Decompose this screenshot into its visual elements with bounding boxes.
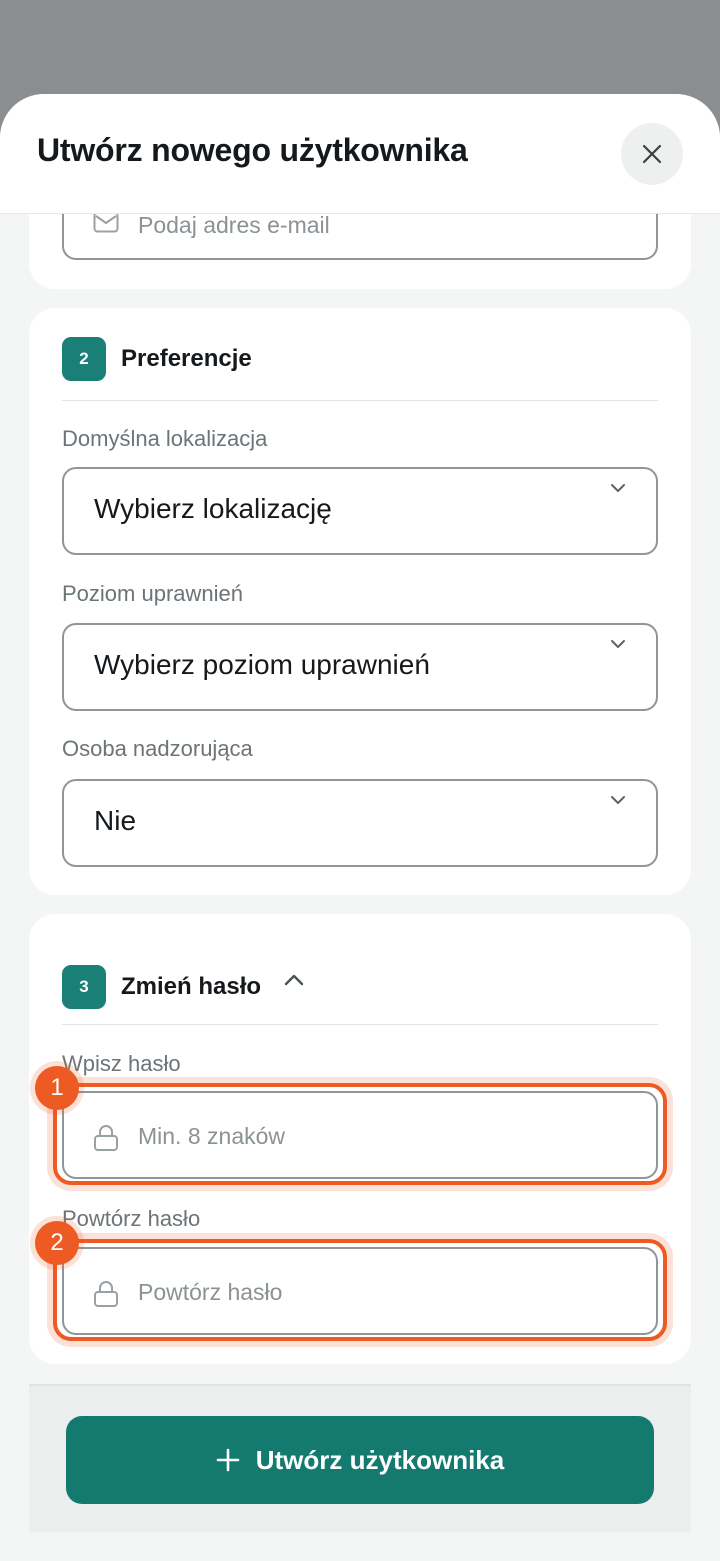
permission-label: Poziom uprawnień [62, 581, 243, 606]
repeat-password-input[interactable] [138, 1273, 638, 1311]
section-header: 2 Preferencje [62, 337, 252, 381]
lock-icon [94, 1281, 118, 1307]
divider [62, 1024, 658, 1025]
location-value: Wybierz lokalizację [94, 493, 332, 524]
create-user-label: Utwórz użytkownika [255, 1444, 505, 1475]
permission-select[interactable]: Wybierz poziom uprawnień [62, 623, 658, 711]
close-button[interactable] [621, 123, 683, 185]
mail-icon [93, 211, 119, 233]
close-icon [642, 144, 662, 164]
chevron-up-icon[interactable] [283, 973, 305, 987]
sheet-header: Utwórz nowego użytkownika [0, 94, 720, 214]
supervisor-label: Osoba nadzorująca [62, 736, 253, 761]
section-title: Zmień hasło [121, 973, 262, 1000]
location-label: Domyślna lokalizacja [62, 426, 268, 451]
card-password: 3 Zmień hasło Wpisz hasło Powtórz hasło [29, 914, 691, 1364]
chevron-down-icon [611, 640, 625, 648]
section-header[interactable]: 3 Zmień hasło [62, 965, 305, 1009]
location-select[interactable]: Wybierz lokalizację [62, 467, 658, 555]
repeat-password-field[interactable] [62, 1247, 658, 1335]
create-user-button[interactable]: Utwórz użytkownika [66, 1416, 654, 1504]
chevron-down-icon [611, 796, 625, 804]
password-field[interactable] [62, 1091, 658, 1179]
highlight-number-1: 1 [35, 1066, 79, 1110]
section-title: Preferencje [121, 345, 252, 372]
highlight-number-2: 2 [35, 1221, 79, 1265]
step-badge: 3 [62, 965, 106, 1009]
lock-icon [94, 1125, 118, 1151]
page-title: Utwórz nowego użytkownika [37, 132, 468, 168]
password-input[interactable] [138, 1117, 638, 1155]
step-badge: 2 [62, 337, 106, 381]
supervisor-select[interactable]: Nie [62, 779, 658, 867]
plus-icon [216, 1448, 240, 1472]
create-user-sheet: Utwórz nowego użytkownika 2 Preferencje … [0, 94, 720, 1561]
permission-value: Wybierz poziom uprawnień [94, 649, 430, 680]
password-label: Wpisz hasło [62, 1051, 181, 1076]
sheet-footer: Utwórz użytkownika [29, 1384, 691, 1532]
chevron-down-icon [611, 484, 625, 492]
divider [62, 400, 658, 401]
supervisor-value: Nie [94, 805, 137, 836]
card-preferences: 2 Preferencje Domyślna lokalizacja Wybie… [29, 308, 691, 895]
repeat-password-label: Powtórz hasło [62, 1206, 201, 1231]
